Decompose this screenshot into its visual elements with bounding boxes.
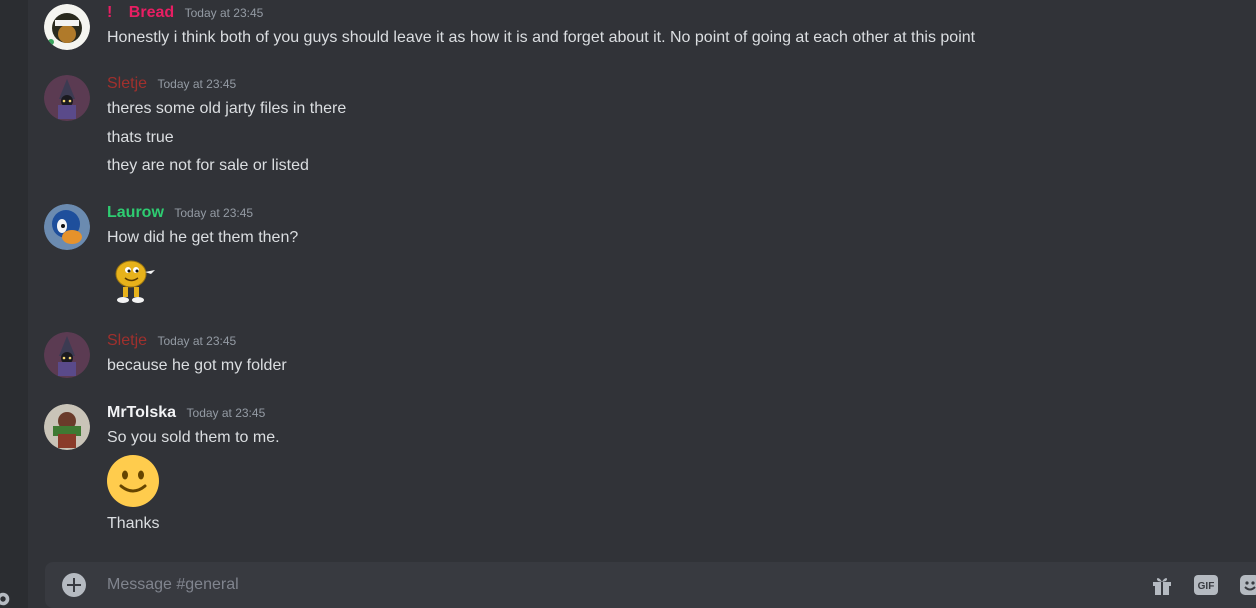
gift-icon[interactable] xyxy=(1150,573,1174,597)
sticker-icon[interactable] xyxy=(1238,573,1256,597)
message-header: ! Bread Today at 23:45 xyxy=(107,4,263,22)
timestamp: Today at 23:45 xyxy=(184,6,264,20)
avatar[interactable] xyxy=(44,204,90,250)
author-name[interactable]: Laurow xyxy=(107,204,164,221)
message-text: thats true xyxy=(107,129,174,146)
avatar[interactable] xyxy=(44,332,90,378)
slightly-smiling-face-emoji xyxy=(107,455,159,507)
author-name[interactable]: Sletje xyxy=(107,75,147,92)
message-text: they are not for sale or listed xyxy=(107,157,309,174)
add-attachment-icon[interactable] xyxy=(62,573,86,597)
author-name[interactable]: Bread xyxy=(129,4,174,21)
message-composer: Message #general GIF xyxy=(45,562,1256,608)
message-input[interactable]: Message #general xyxy=(107,576,239,594)
message-text: So you sold them to me. xyxy=(107,429,280,446)
timestamp: Today at 23:45 xyxy=(157,334,237,348)
message-header: MrTolska Today at 23:45 xyxy=(107,404,265,422)
avatar[interactable] xyxy=(44,75,90,121)
timestamp: Today at 23:45 xyxy=(157,77,237,91)
timestamp: Today at 23:45 xyxy=(186,406,266,420)
author-prefix: ! xyxy=(107,4,113,21)
timestamp: Today at 23:45 xyxy=(174,206,254,220)
message-header: Sletje Today at 23:45 xyxy=(107,75,236,93)
peanut-mascot-sticker xyxy=(115,260,155,303)
server-sidebar-edge xyxy=(0,0,28,608)
message-text: because he got my folder xyxy=(107,357,287,374)
message-header: Sletje Today at 23:45 xyxy=(107,332,236,350)
message-text: theres some old jarty files in there xyxy=(107,100,347,117)
avatar[interactable] xyxy=(44,4,90,50)
message-header: Laurow Today at 23:45 xyxy=(107,204,253,222)
author-name[interactable]: MrTolska xyxy=(107,404,176,421)
message-list: ! Bread Today at 23:45 Honestly i think … xyxy=(28,0,1256,560)
message-text: How did he get them then? xyxy=(107,229,299,246)
gif-icon[interactable]: GIF xyxy=(1193,573,1219,597)
message-text: Thanks xyxy=(107,515,160,532)
message-text: Honestly i think both of you guys should… xyxy=(107,29,976,46)
svg-text:GIF: GIF xyxy=(1198,581,1215,592)
gear-icon[interactable] xyxy=(0,590,12,608)
author-name[interactable]: Sletje xyxy=(107,332,147,349)
avatar[interactable] xyxy=(44,404,90,450)
